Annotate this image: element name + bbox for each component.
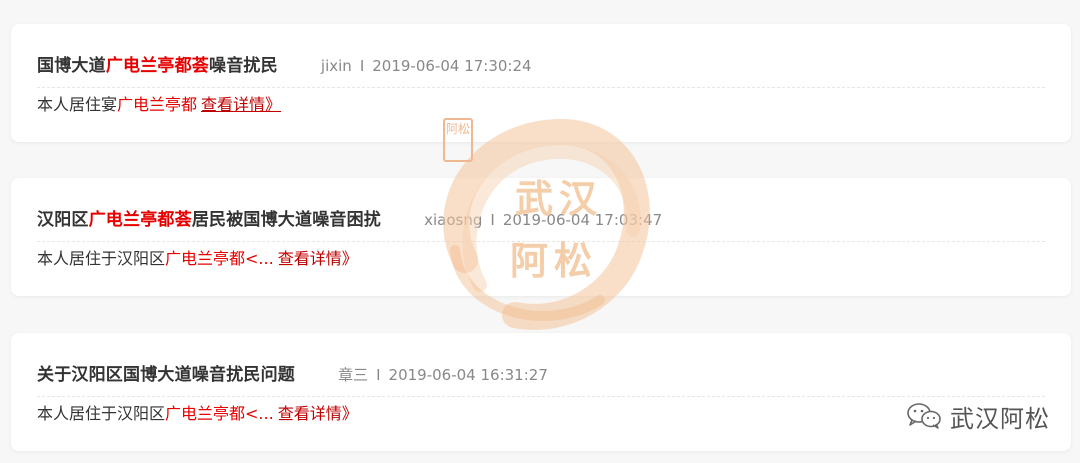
post-header: 国博大道广电兰亭都荟噪音扰民 jixin I 2019-06-04 17:30:24 bbox=[37, 51, 1045, 88]
post-time: 2019-06-04 17:03:47 bbox=[502, 211, 663, 229]
post-time: 2019-06-04 16:31:27 bbox=[388, 366, 548, 384]
summary-highlight: 广电兰亭都<... bbox=[165, 404, 274, 423]
summary-highlight: 广电兰亭都<... bbox=[165, 249, 274, 268]
meta-separator: I bbox=[376, 366, 381, 384]
title-text: 汉阳区 bbox=[37, 210, 89, 230]
title-text: 居民被国博大道噪音困扰 bbox=[191, 210, 382, 230]
post-title[interactable]: 关于汉阳区国博大道噪音扰民问题 bbox=[37, 365, 295, 385]
summary-text: 本人居住于汉阳区 bbox=[37, 249, 166, 268]
post-meta: 章三 I 2019-06-04 16:31:27 bbox=[338, 366, 548, 384]
post-summary: 本人居住于汉阳区广电兰亭都<... 查看详情》 bbox=[37, 400, 358, 424]
wechat-icon bbox=[907, 403, 941, 429]
brand-badge: 武汉阿松 bbox=[906, 399, 1050, 433]
summary-text: 本人居住宴 bbox=[37, 95, 118, 114]
author-name: jixin bbox=[320, 57, 352, 75]
view-details-link[interactable]: 查看详情》 bbox=[278, 404, 358, 423]
post-meta: xiaosng I 2019-06-04 17:03:47 bbox=[424, 211, 662, 229]
summary-text: 本人居住于汉阳区 bbox=[37, 404, 166, 423]
post-header: 关于汉阳区国博大道噪音扰民问题 章三 I 2019-06-04 16:31:27 bbox=[37, 360, 1045, 397]
title-highlight: 广电兰亭都荟 bbox=[105, 56, 210, 76]
title-text: 国博大道 bbox=[37, 56, 106, 76]
view-details-link[interactable]: 查看详情》 bbox=[201, 95, 281, 114]
view-details-link[interactable]: 查看详情》 bbox=[278, 249, 358, 268]
brand-name: 武汉阿松 bbox=[950, 404, 1050, 433]
post-header: 汉阳区广电兰亭都荟居民被国博大道噪音困扰 xiaosng I 2019-06-04 … bbox=[37, 205, 1045, 242]
summary-highlight: 广电兰亭都 bbox=[117, 95, 198, 114]
meta-separator: I bbox=[490, 211, 495, 229]
title-text: 关于汉阳区国博大道噪音扰民问题 bbox=[37, 365, 295, 385]
post-title[interactable]: 汉阳区广电兰亭都荟居民被国博大道噪音困扰 bbox=[37, 210, 381, 230]
title-highlight: 广电兰亭都荟 bbox=[88, 210, 192, 230]
post-list: 国博大道广电兰亭都荟噪音扰民 jixin I 2019-06-04 17:30:24… bbox=[0, 0, 1080, 463]
post-time: 2019-06-04 17:30:24 bbox=[372, 57, 532, 75]
meta-separator: I bbox=[359, 57, 365, 75]
author-name: 章三 bbox=[338, 366, 369, 384]
post-title[interactable]: 国博大道广电兰亭都荟噪音扰民 bbox=[37, 56, 278, 76]
post-summary: 本人居住宴广电兰亭都 查看详情》 bbox=[37, 91, 281, 115]
post-card[interactable]: 汉阳区广电兰亭都荟居民被国博大道噪音困扰 xiaosng I 2019-06-04 … bbox=[11, 178, 1071, 296]
post-card[interactable]: 国博大道广电兰亭都荟噪音扰民 jixin I 2019-06-04 17:30:24… bbox=[11, 24, 1071, 142]
post-meta: jixin I 2019-06-04 17:30:24 bbox=[321, 57, 532, 75]
title-text: 噪音扰民 bbox=[209, 56, 278, 76]
author-name: xiaosng bbox=[424, 211, 483, 229]
post-card[interactable]: 关于汉阳区国博大道噪音扰民问题 章三 I 2019-06-04 16:31:27 本… bbox=[11, 333, 1071, 451]
post-summary: 本人居住于汉阳区广电兰亭都<... 查看详情》 bbox=[37, 245, 358, 269]
